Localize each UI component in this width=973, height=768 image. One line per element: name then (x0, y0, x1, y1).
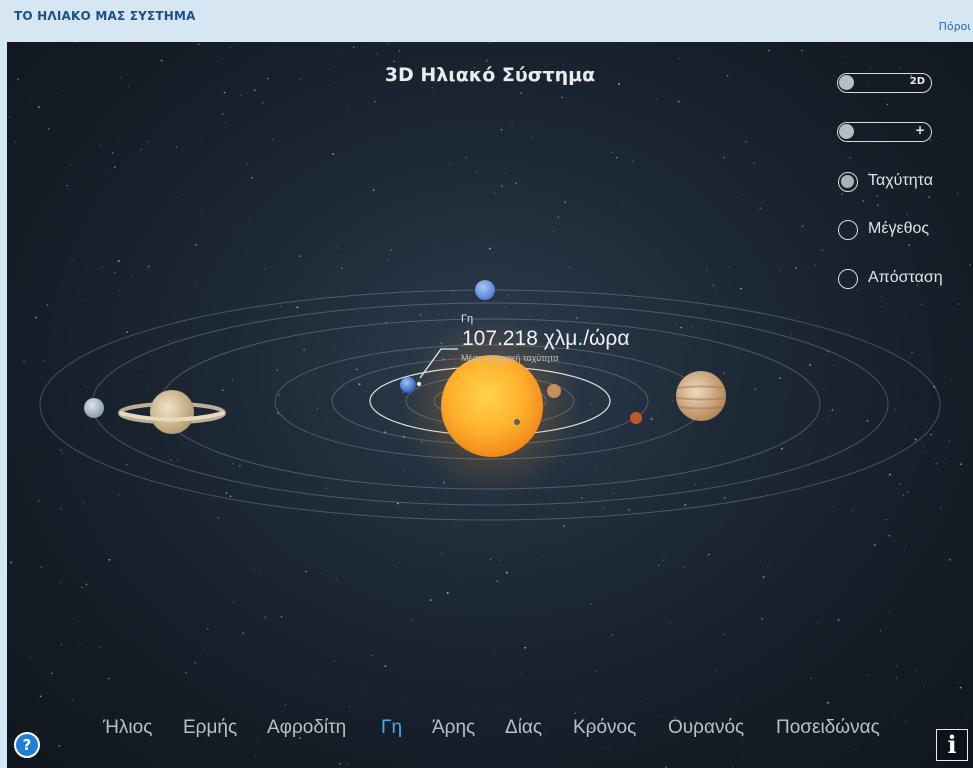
nav-item-mercury[interactable]: Ερμής (183, 717, 237, 739)
nav-item-uranus[interactable]: Ουρανός (668, 717, 744, 739)
planet-neptune (475, 280, 495, 300)
resources-link[interactable]: Πόροι (939, 20, 971, 33)
planet-nav: Ήλιος Ερμής Αφροδίτη Γη Άρης Δίας Κρόνος… (7, 717, 973, 747)
radio-label: Μέγεθος (868, 220, 930, 237)
radio-indicator (838, 269, 858, 289)
planet-saturn (150, 390, 194, 434)
radio-indicator (838, 220, 858, 240)
planet-jupiter (676, 371, 726, 421)
nav-item-saturn[interactable]: Κρόνος (573, 717, 636, 739)
nav-item-jupiter[interactable]: Δίας (505, 717, 542, 739)
nav-item-sun[interactable]: Ήλιος (103, 717, 152, 739)
radio-label: Απόσταση (868, 269, 943, 286)
info-icon[interactable]: i (936, 729, 968, 761)
info-caption: Μέση τροχιακή ταχύτητα (461, 353, 559, 363)
nav-item-mars[interactable]: Άρης (432, 717, 475, 739)
toggle-knob (839, 124, 854, 139)
planet-sun (441, 355, 543, 457)
planet-venus (547, 384, 561, 398)
radio-indicator (838, 172, 858, 192)
nav-item-venus[interactable]: Αφροδίτη (267, 717, 346, 739)
info-speed-value: 107.218 χλμ./ώρα (462, 327, 630, 350)
page-title: ΤΟ ΗΛΙΑΚΟ ΜΑΣ ΣΥΣΤΗΜΑ (14, 9, 196, 23)
radio-label: Ταχύτητα (868, 172, 933, 189)
planet-uranus (84, 398, 104, 418)
planet-mars (630, 412, 642, 424)
zoom-toggle[interactable]: + (837, 122, 932, 142)
view-mode-toggle[interactable]: 2D (837, 73, 932, 93)
planet-mercury (514, 419, 520, 425)
planet-moon (416, 381, 422, 387)
zoom-label: + (914, 123, 925, 137)
top-bar: ΤΟ ΗΛΙΑΚΟ ΜΑΣ ΣΥΣΤΗΜΑ Πόροι (0, 0, 973, 42)
planet-earth (400, 377, 416, 393)
info-planet-name: Γη (461, 313, 474, 325)
question-icon[interactable]: ? (14, 732, 40, 758)
simulation-stage: 3D Ηλιακό Σύστημα Γη 107.218 χλμ./ώρα Μέ… (7, 42, 973, 768)
toggle-knob (839, 75, 854, 90)
view-mode-label: 2D (909, 76, 925, 87)
nav-item-earth[interactable]: Γη (381, 717, 402, 739)
nav-item-neptune[interactable]: Ποσειδώνας (776, 717, 880, 739)
solar-system-scene (39, 280, 941, 521)
